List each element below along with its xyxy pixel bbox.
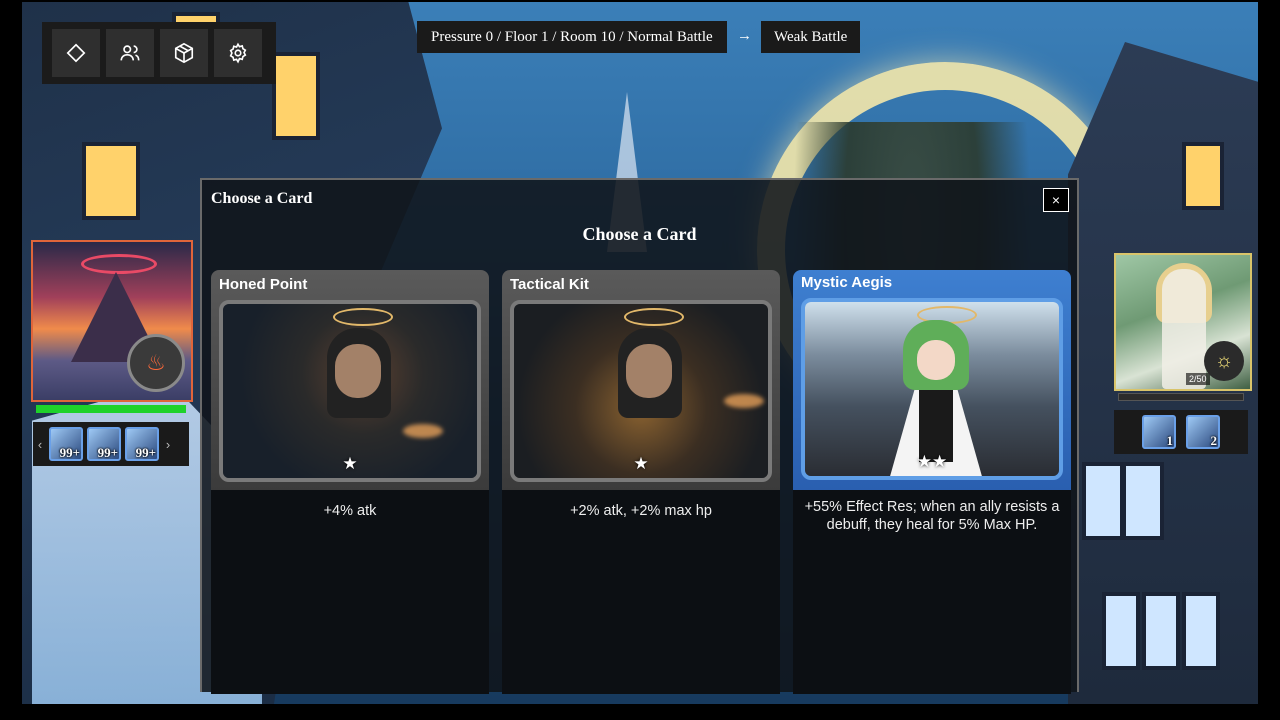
card-art: ★ (510, 300, 772, 482)
gear-icon (229, 42, 247, 64)
users-icon (120, 45, 140, 61)
buff-count: 99+ (59, 445, 80, 460)
party-button[interactable] (106, 29, 154, 77)
window (82, 142, 140, 220)
player-hp-bar (36, 405, 186, 413)
card-description: +2% atk, +2% max hp (570, 503, 712, 519)
spark (403, 424, 443, 438)
card-description: +4% atk (323, 503, 377, 519)
chevron-right-icon[interactable]: › (161, 437, 175, 452)
card-header: Honed Point ★ (211, 270, 489, 490)
player-portrait[interactable]: ♨ (31, 240, 193, 402)
card-name: Tactical Kit (510, 276, 589, 293)
candle-glow (724, 394, 764, 408)
player-buff-strip: ‹ 99+ 99+ 99+ › (33, 422, 189, 466)
enemy-hp-bar (1118, 393, 1244, 401)
room-breadcrumb: Pressure 0 / Floor 1 / Room 10 / Normal … (417, 21, 727, 53)
buff-slot[interactable]: 99+ (49, 427, 83, 461)
card-mystic-aegis[interactable]: Mystic Aegis ★★ +55% Effect Res; when an… (793, 270, 1071, 694)
card-honed-point[interactable]: Honed Point ★ +4% atk (211, 270, 489, 694)
halo (333, 308, 393, 326)
window (1142, 592, 1180, 670)
rarity-stars: ★★ (916, 452, 948, 471)
diamond-icon (66, 43, 86, 63)
cube-icon (174, 42, 194, 64)
window (1122, 462, 1164, 540)
enemy-portrait[interactable]: 2/50 ☼ (1114, 253, 1252, 391)
window (1082, 462, 1124, 540)
card-art: ★★ (801, 298, 1063, 480)
halo (624, 308, 684, 326)
arrow-right-icon: → (737, 28, 752, 44)
modal-title: Choose a Card (211, 190, 313, 207)
character-face (335, 344, 381, 398)
card-name: Honed Point (219, 276, 308, 293)
top-toolbar (42, 22, 276, 84)
flame-icon: ♨ (127, 334, 185, 392)
character-dress (919, 382, 953, 462)
buff-slot[interactable]: 2 (1186, 415, 1220, 449)
next-room-label: Weak Battle (761, 21, 861, 53)
character-figure (1162, 269, 1206, 389)
enemy-counter: 2/50 (1186, 373, 1210, 385)
card-header: Tactical Kit ★ (502, 270, 780, 490)
buff-slot[interactable]: 1 (1142, 415, 1176, 449)
card-header: Mystic Aegis ★★ (793, 270, 1071, 490)
portal-ring (81, 254, 157, 274)
sun-icon: ☼ (1204, 341, 1244, 381)
rarity-stars: ★ (633, 454, 649, 473)
diamond-button[interactable] (52, 29, 100, 77)
close-button[interactable]: × (1043, 188, 1069, 212)
window (1182, 592, 1220, 670)
enemy-buff-strip: 1 2 (1114, 410, 1248, 454)
card-name: Mystic Aegis (801, 274, 893, 291)
modal-heading: Choose a Card (582, 224, 697, 244)
buff-count: 99+ (97, 445, 118, 460)
character-figure (889, 320, 983, 476)
window (1182, 142, 1224, 210)
window (1102, 592, 1140, 670)
card-art: ★ (219, 300, 481, 482)
inventory-button[interactable] (160, 29, 208, 77)
card-description: +55% Effect Res; when an ally resists a … (804, 499, 1060, 533)
character-face (917, 340, 955, 380)
window (272, 52, 320, 140)
buff-count: 2 (1210, 433, 1218, 448)
choose-card-modal: Choose a Card × Choose a Card Honed Poin… (200, 178, 1079, 694)
buff-count: 99+ (135, 445, 156, 460)
settings-button[interactable] (214, 29, 262, 77)
chevron-left-icon[interactable]: ‹ (33, 437, 47, 452)
character-face (626, 344, 672, 398)
rarity-stars: ★ (342, 454, 358, 473)
buff-slot[interactable]: 99+ (125, 427, 159, 461)
buff-slot[interactable]: 99+ (87, 427, 121, 461)
card-tactical-kit[interactable]: Tactical Kit ★ +2% atk, +2% max hp (502, 270, 780, 694)
buff-count: 1 (1166, 433, 1174, 448)
